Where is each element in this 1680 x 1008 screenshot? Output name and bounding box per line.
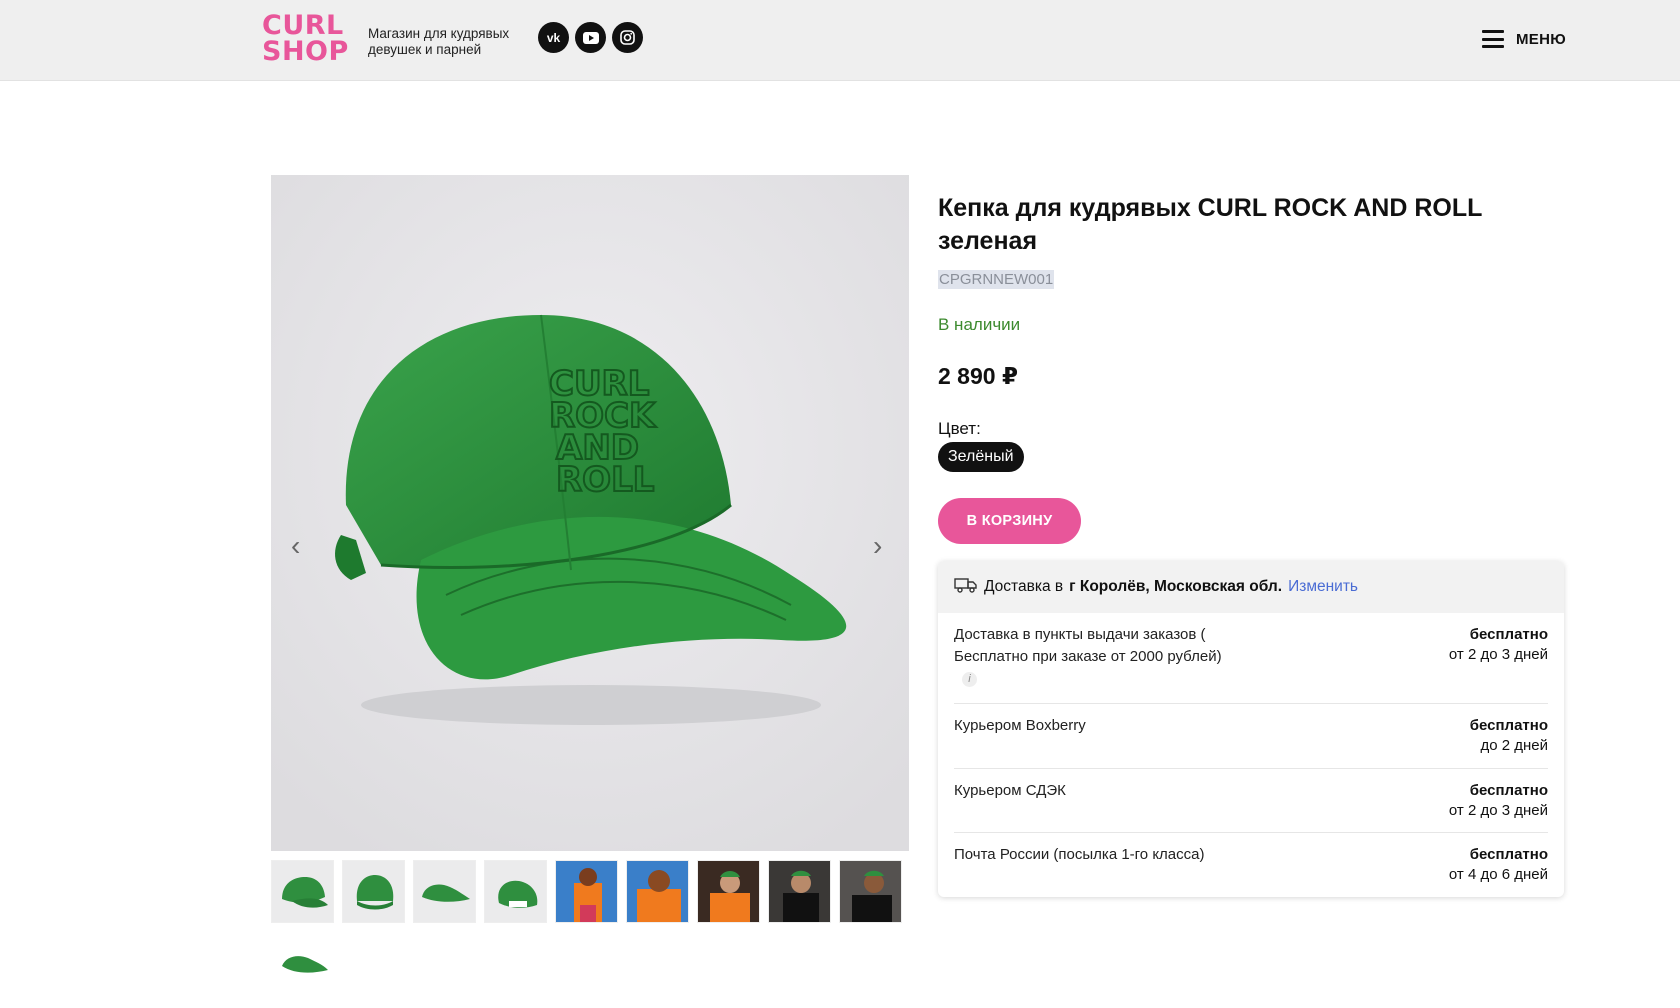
delivery-option-price: бесплатно от 4 до 6 дней — [1448, 846, 1548, 883]
delivery-option: Курьером Boxberry бесплатно до 2 дней — [954, 704, 1548, 769]
thumbnail[interactable] — [768, 860, 831, 923]
thumbnail[interactable] — [484, 860, 547, 923]
color-label: Цвет: — [938, 419, 981, 438]
menu-button[interactable]: МЕНЮ — [1482, 30, 1566, 48]
product-main-image[interactable]: CURL ROCK AND ROLL — [271, 175, 909, 851]
site-header: CURL SHOP Магазин для кудрявых девушек и… — [0, 0, 1680, 81]
thumbnail[interactable] — [413, 860, 476, 923]
color-option-green[interactable]: Зелёный — [938, 442, 1024, 472]
thumbnail[interactable] — [555, 860, 618, 923]
delivery-option-price: бесплатно до 2 дней — [1469, 717, 1548, 754]
info-icon[interactable]: i — [962, 671, 977, 687]
product-title: Кепка для кудрявых CURL ROCK AND ROLL зе… — [938, 194, 1482, 255]
delivery-option: Курьером СДЭК бесплатно от 2 до 3 дней — [954, 769, 1548, 833]
thumbnail[interactable] — [839, 860, 902, 923]
product-sku: CPGRNNEW001 — [938, 270, 1055, 289]
youtube-icon[interactable] — [575, 22, 606, 53]
delivery-city: г Королёв, Московская обл. — [1069, 578, 1283, 595]
hamburger-icon — [1482, 30, 1504, 48]
delivery-options: Доставка в пункты выдачи заказов ( Беспл… — [938, 613, 1564, 897]
thumbnail[interactable] — [342, 860, 405, 923]
delivery-option-price: бесплатно от 2 до 3 дней — [1448, 782, 1548, 819]
delivery-option-name: Доставка в пункты выдачи заказов ( Беспл… — [954, 626, 1222, 687]
vk-icon[interactable]: vk — [538, 22, 569, 53]
add-to-cart-button[interactable]: В КОРЗИНУ — [938, 498, 1081, 544]
delivery-box: Доставка в г Королёв, Московская обл. Из… — [938, 561, 1564, 897]
thumbnail[interactable] — [271, 931, 334, 994]
delivery-option: Почта России (посылка 1-го класса) беспл… — [954, 833, 1548, 897]
gallery-prev-arrow[interactable]: ‹ — [291, 530, 300, 562]
truck-icon — [954, 577, 978, 598]
product-price: 2 890 ₽ — [938, 363, 1018, 389]
delivery-option-price: бесплатно от 2 до 3 дней — [1448, 626, 1548, 663]
gallery-thumbnails — [271, 860, 911, 994]
social-links: vk — [538, 22, 643, 53]
thumbnail[interactable] — [697, 860, 760, 923]
delivery-prefix: Доставка в — [984, 578, 1064, 595]
thumbnail[interactable] — [271, 860, 334, 923]
change-city-link[interactable]: Изменить — [1288, 578, 1358, 596]
gallery-next-arrow[interactable]: › — [873, 530, 882, 562]
stock-status: В наличии — [938, 315, 1021, 334]
svg-text:ROLL: ROLL — [556, 460, 654, 500]
delivery-option-name: Курьером Boxberry — [954, 717, 1086, 734]
thumbnail[interactable] — [626, 860, 689, 923]
tagline: Магазин для кудрявых девушек и парней — [368, 26, 510, 57]
delivery-option: Доставка в пункты выдачи заказов ( Беспл… — [954, 613, 1548, 704]
logo[interactable]: CURL SHOP — [262, 12, 354, 67]
instagram-icon[interactable] — [612, 22, 643, 53]
menu-label: МЕНЮ — [1516, 30, 1567, 48]
logo-line2: SHOP — [262, 36, 349, 67]
delivery-header: Доставка в г Королёв, Московская обл. Из… — [938, 561, 1564, 613]
